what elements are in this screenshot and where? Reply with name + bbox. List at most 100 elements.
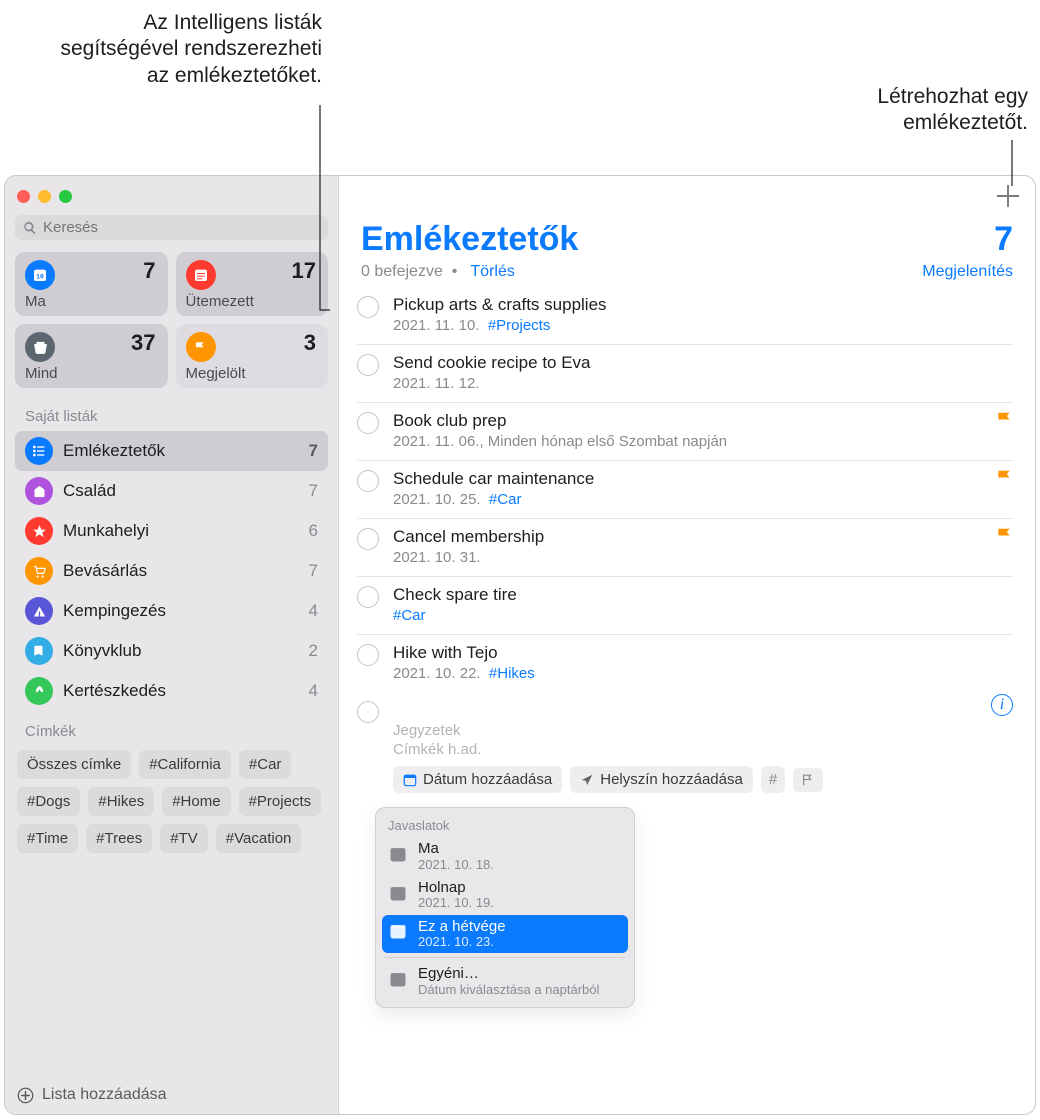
- smart-card-all[interactable]: 37 Mind: [15, 324, 168, 388]
- tag-chip[interactable]: #California: [139, 750, 231, 779]
- notes-placeholder[interactable]: Jegyzetek: [393, 722, 1013, 739]
- family-list-icon: [25, 477, 53, 505]
- show-completed-link[interactable]: Megjelenítés: [922, 263, 1013, 281]
- callout-smartlists: Az Intelligens listák segítségével rends…: [42, 10, 322, 89]
- tag-chip[interactable]: #Dogs: [17, 787, 80, 816]
- reminder-subtitle: 2021. 11. 10. #Projects: [393, 317, 1013, 334]
- date-suggestion-item[interactable]: Ma2021. 10. 18.: [382, 837, 628, 876]
- list-label: Kempingezés: [63, 601, 309, 621]
- complete-checkbox[interactable]: [357, 644, 379, 666]
- date-suggestion-item[interactable]: Ez a hétvége2021. 10. 23.: [382, 915, 628, 954]
- list-count: 4: [309, 601, 318, 621]
- complete-checkbox[interactable]: [357, 528, 379, 550]
- smart-card-count: 17: [292, 258, 316, 284]
- work-list-icon: [25, 517, 53, 545]
- sidebar-list-gardening[interactable]: Kertészkedés4: [15, 671, 328, 711]
- svg-text:19: 19: [36, 273, 44, 280]
- add-location-chip[interactable]: Helyszín hozzáadása: [570, 766, 753, 793]
- tag-chip[interactable]: #Car: [239, 750, 292, 779]
- new-reminder-row[interactable]: Jegyzetek Címkék h.ad. Dátum hozzáadása …: [357, 692, 1013, 803]
- complete-checkbox[interactable]: [357, 354, 379, 376]
- smart-card-today[interactable]: 197Ma: [15, 252, 168, 316]
- suggestion-title: Ma: [418, 841, 494, 858]
- complete-checkbox[interactable]: [357, 586, 379, 608]
- suggestion-subtitle: 2021. 10. 19.: [418, 896, 494, 910]
- smart-card-count: 37: [131, 330, 155, 356]
- complete-checkbox[interactable]: [357, 470, 379, 492]
- calendar-icon: [388, 883, 408, 908]
- sidebar: 197Ma17Ütemezett37Mind3Megjelölt Saját l…: [5, 176, 339, 1114]
- complete-checkbox[interactable]: [357, 296, 379, 318]
- tags-list: Összes címke #California #Car #Dogs #Hikes #H…: [15, 746, 328, 857]
- date-suggestion-item[interactable]: Holnap2021. 10. 19.: [382, 876, 628, 915]
- date-suggestions-popover: Javaslatok Ma2021. 10. 18.Holnap2021. 10…: [375, 807, 635, 1008]
- completed-status: 0 befejezve • Törlés: [361, 263, 515, 281]
- minimize-window-button[interactable]: [38, 190, 51, 203]
- reminder-row[interactable]: Schedule car maintenance2021. 10. 25. #C…: [357, 461, 1013, 519]
- reminder-row[interactable]: Hike with Tejo2021. 10. 22. #Hikes: [357, 635, 1013, 692]
- camping-list-icon: [25, 597, 53, 625]
- sidebar-list-reminders[interactable]: Emlékeztetők7: [15, 431, 328, 471]
- tag-chip[interactable]: Összes címke: [17, 750, 131, 779]
- date-suggestion-item[interactable]: Egyéni…Dátum kiválasztása a naptárból: [382, 962, 628, 1001]
- smart-card-label: Ütemezett: [186, 293, 254, 310]
- divider: [384, 957, 626, 958]
- reminder-row[interactable]: Check spare tire#Car: [357, 577, 1013, 635]
- search-input[interactable]: [43, 219, 320, 236]
- reminders-list-icon: [25, 437, 53, 465]
- smart-card-label: Megjelölt: [186, 365, 246, 382]
- list-count: 7: [309, 561, 318, 581]
- reminder-subtitle: 2021. 10. 22. #Hikes: [393, 665, 1013, 682]
- tag-chip[interactable]: #Time: [17, 824, 78, 853]
- list-count: 2: [309, 641, 318, 661]
- sidebar-list-work[interactable]: Munkahelyi6: [15, 511, 328, 551]
- add-reminder-button[interactable]: [997, 185, 1019, 207]
- tag-chip[interactable]: #TV: [160, 824, 208, 853]
- reminder-row[interactable]: Cancel membership2021. 10. 31.: [357, 519, 1013, 577]
- list-count: 4: [309, 681, 318, 701]
- reminders-list: Pickup arts & crafts supplies2021. 11. 1…: [339, 287, 1035, 692]
- smart-card-flagged[interactable]: 3Megjelölt: [176, 324, 329, 388]
- smart-card-label: Ma: [25, 293, 46, 310]
- list-title: Emlékeztetők: [361, 220, 578, 259]
- info-button[interactable]: i: [991, 694, 1013, 716]
- window-controls: [15, 186, 328, 215]
- callout-add-reminder: Létrehozhat egy emlékeztetőt.: [828, 84, 1028, 137]
- smart-card-label: Mind: [25, 365, 58, 382]
- reminder-row[interactable]: Book club prep2021. 11. 06., Minden hóna…: [357, 403, 1013, 461]
- complete-checkbox[interactable]: [357, 701, 379, 723]
- tag-chip[interactable]: #Home: [162, 787, 230, 816]
- complete-checkbox[interactable]: [357, 412, 379, 434]
- new-reminder-title-input[interactable]: [393, 700, 1013, 720]
- shopping-list-icon: [25, 557, 53, 585]
- sidebar-list-camping[interactable]: Kempingezés4: [15, 591, 328, 631]
- search-field[interactable]: [15, 215, 328, 240]
- add-list-button[interactable]: Lista hozzáadása: [17, 1086, 167, 1104]
- reminder-title: Check spare tire: [393, 585, 1013, 605]
- tag-chip[interactable]: #Vacation: [216, 824, 302, 853]
- sidebar-list-shopping[interactable]: Bevásárlás7: [15, 551, 328, 591]
- smart-card-scheduled[interactable]: 17 Ütemezett: [176, 252, 329, 316]
- list-count: 6: [309, 521, 318, 541]
- gardening-list-icon: [25, 677, 53, 705]
- clear-completed-link[interactable]: Törlés: [470, 263, 514, 280]
- sidebar-list-bookclub[interactable]: Könyvklub2: [15, 631, 328, 671]
- tag-chip[interactable]: #Trees: [86, 824, 152, 853]
- close-window-button[interactable]: [17, 190, 30, 203]
- tag-chip[interactable]: #Projects: [239, 787, 322, 816]
- zoom-window-button[interactable]: [59, 190, 72, 203]
- sidebar-list-family[interactable]: Család7: [15, 471, 328, 511]
- suggestions-header: Javaslatok: [382, 814, 628, 837]
- add-date-chip[interactable]: Dátum hozzáadása: [393, 766, 562, 793]
- tags-header: Címkék: [15, 717, 328, 746]
- tags-placeholder[interactable]: Címkék h.ad.: [393, 741, 1013, 758]
- flag-icon: [995, 527, 1013, 550]
- suggestion-title: Egyéni…: [418, 966, 599, 983]
- reminder-row[interactable]: Pickup arts & crafts supplies2021. 11. 1…: [357, 287, 1013, 345]
- reminder-row[interactable]: Send cookie recipe to Eva2021. 11. 12.: [357, 345, 1013, 403]
- add-flag-chip[interactable]: [793, 768, 823, 792]
- add-list-label: Lista hozzáadása: [42, 1086, 167, 1104]
- tag-chip[interactable]: #Hikes: [88, 787, 154, 816]
- plus-circle-icon: [17, 1087, 34, 1104]
- add-tag-chip[interactable]: #: [761, 766, 785, 793]
